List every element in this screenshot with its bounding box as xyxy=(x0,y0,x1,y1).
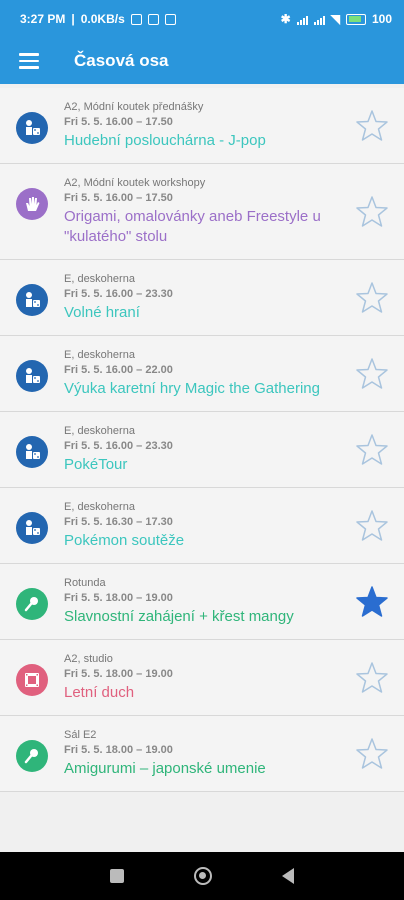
signal-icon xyxy=(296,14,308,25)
back-button[interactable] xyxy=(282,868,294,884)
event-location: A2, Módní koutek workshopy xyxy=(64,177,206,189)
event-time: Fri 5. 5. 16.30 – 17.30 xyxy=(64,516,173,528)
favorite-star-icon[interactable] xyxy=(354,584,390,620)
favorite-star-icon[interactable] xyxy=(354,280,390,316)
event-title: Výuka karetní hry Magic the Gathering xyxy=(64,380,320,397)
page-title: Časová osa xyxy=(74,51,169,70)
event-icon-wrap xyxy=(0,652,64,696)
event-list[interactable]: A2, Módní koutek přednášky Fri 5. 5. 16.0… xyxy=(0,88,404,852)
status-right: ✱ ◥ 100 xyxy=(281,12,392,26)
twitch-icon xyxy=(147,13,159,25)
event-item[interactable]: Rotunda Fri 5. 5. 18.00 – 19.00 Slavnostní… xyxy=(0,564,404,640)
status-time: 3:27 PM xyxy=(20,12,66,26)
event-time: Fri 5. 5. 16.00 – 22.00 xyxy=(64,364,173,376)
event-text: A2, Módní koutek workshopy Fri 5. 5. 16.0… xyxy=(64,176,404,247)
board-game-icon xyxy=(16,112,48,144)
event-time: Fri 5. 5. 18.00 – 19.00 xyxy=(64,592,173,604)
favorite-star-icon[interactable] xyxy=(354,108,390,144)
wifi-icon: ◥ xyxy=(330,12,340,26)
event-text: E, deskoherna Fri 5. 5. 16.30 – 17.30 Poké… xyxy=(64,500,404,551)
event-time: Fri 5. 5. 16.00 – 17.50 xyxy=(64,116,173,128)
board-game-icon xyxy=(16,360,48,392)
board-game-icon xyxy=(16,436,48,468)
event-icon-wrap xyxy=(0,176,64,220)
event-location: E, deskoherna xyxy=(64,273,135,285)
favorite-star-icon[interactable] xyxy=(354,432,390,468)
event-text: E, deskoherna Fri 5. 5. 16.00 – 23.30 Poké… xyxy=(64,424,404,475)
event-time: Fri 5. 5. 16.00 – 23.30 xyxy=(64,288,173,300)
board-game-icon xyxy=(16,512,48,544)
event-location: Sál E2 xyxy=(64,729,97,741)
board-game-icon xyxy=(16,284,48,316)
event-item[interactable]: Sál E2 Fri 5. 5. 18.00 – 19.00 Amigurumi –… xyxy=(0,716,404,792)
event-item[interactable]: A2, Módní koutek přednášky Fri 5. 5. 16.0… xyxy=(0,88,404,164)
microphone-icon xyxy=(16,740,48,772)
event-icon-wrap xyxy=(0,576,64,620)
favorite-star-icon[interactable] xyxy=(354,356,390,392)
status-speed: 0.0KB/s xyxy=(80,12,125,26)
microphone-icon xyxy=(16,588,48,620)
event-icon-wrap xyxy=(0,728,64,772)
event-icon-wrap xyxy=(0,424,64,468)
app-bar: Časová osa xyxy=(0,38,404,84)
favorite-star-icon[interactable] xyxy=(354,508,390,544)
event-text: E, deskoherna Fri 5. 5. 16.00 – 23.30 Voln… xyxy=(64,272,404,323)
event-title: Letní duch xyxy=(64,684,135,701)
system-nav-bar xyxy=(0,852,404,900)
bluetooth-icon: ✱ xyxy=(280,12,291,26)
event-icon-wrap xyxy=(0,272,64,316)
event-location: E, deskoherna xyxy=(64,349,135,361)
event-time: Fri 5. 5. 18.00 – 19.00 xyxy=(64,744,173,756)
event-text: A2, studio Fri 5. 5. 18.00 – 19.00 Letní d… xyxy=(64,652,404,703)
event-time: Fri 5. 5. 16.00 – 17.50 xyxy=(64,192,173,204)
favorite-star-icon[interactable] xyxy=(354,660,390,696)
status-bar: 3:27 PM | 0.0KB/s ✱ ◥ 100 xyxy=(0,0,404,38)
battery-level: 100 xyxy=(371,12,392,26)
event-item[interactable]: A2, studio Fri 5. 5. 18.00 – 19.00 Letní d… xyxy=(0,640,404,716)
event-text: Sál E2 Fri 5. 5. 18.00 – 19.00 Amigurumi –… xyxy=(64,728,404,779)
film-icon xyxy=(16,664,48,696)
event-icon-wrap xyxy=(0,500,64,544)
event-location: Rotunda xyxy=(64,577,106,589)
event-time: Fri 5. 5. 18.00 – 19.00 xyxy=(64,668,173,680)
event-text: Rotunda Fri 5. 5. 18.00 – 19.00 Slavnostní… xyxy=(64,576,404,627)
favorite-star-icon[interactable] xyxy=(354,194,390,230)
menu-icon[interactable] xyxy=(0,38,58,84)
notification-icon xyxy=(130,13,142,25)
event-item[interactable]: E, deskoherna Fri 5. 5. 16.00 – 22.00 Výuk… xyxy=(0,336,404,412)
event-location: A2, studio xyxy=(64,653,113,665)
status-sep: | xyxy=(71,12,75,26)
status-left: 3:27 PM | 0.0KB/s xyxy=(20,12,176,26)
event-text: E, deskoherna Fri 5. 5. 16.00 – 22.00 Výuk… xyxy=(64,348,404,399)
signal-icon xyxy=(313,14,325,25)
event-title: PokéTour xyxy=(64,456,128,473)
event-location: E, deskoherna xyxy=(64,425,135,437)
battery-icon xyxy=(345,13,366,25)
hand-icon xyxy=(16,188,48,220)
event-title: Volné hraní xyxy=(64,304,140,321)
event-text: A2, Módní koutek přednášky Fri 5. 5. 16.0… xyxy=(64,100,404,151)
event-title: Pokémon soutěže xyxy=(64,532,185,549)
event-title: Slavnostní zahájení + křest mangy xyxy=(64,608,294,625)
event-item[interactable]: E, deskoherna Fri 5. 5. 16.00 – 23.30 Voln… xyxy=(0,260,404,336)
event-icon-wrap xyxy=(0,100,64,144)
event-icon-wrap xyxy=(0,348,64,392)
recents-button[interactable] xyxy=(110,869,124,883)
favorite-star-icon[interactable] xyxy=(354,736,390,772)
twitch-icon xyxy=(164,13,176,25)
event-item[interactable]: A2, Módní koutek workshopy Fri 5. 5. 16.0… xyxy=(0,164,404,260)
event-time: Fri 5. 5. 16.00 – 23.30 xyxy=(64,440,173,452)
event-item[interactable]: E, deskoherna Fri 5. 5. 16.00 – 23.30 Poké… xyxy=(0,412,404,488)
event-title: Amigurumi – japonské umenie xyxy=(64,760,266,777)
event-item[interactable]: E, deskoherna Fri 5. 5. 16.30 – 17.30 Poké… xyxy=(0,488,404,564)
event-location: A2, Módní koutek přednášky xyxy=(64,101,204,113)
event-location: E, deskoherna xyxy=(64,501,135,513)
event-title: Origami, omalovánky aneb Freestyle u "ku… xyxy=(64,208,321,245)
home-button[interactable] xyxy=(194,867,212,885)
event-title: Hudební poslouchárna - J-pop xyxy=(64,132,266,149)
